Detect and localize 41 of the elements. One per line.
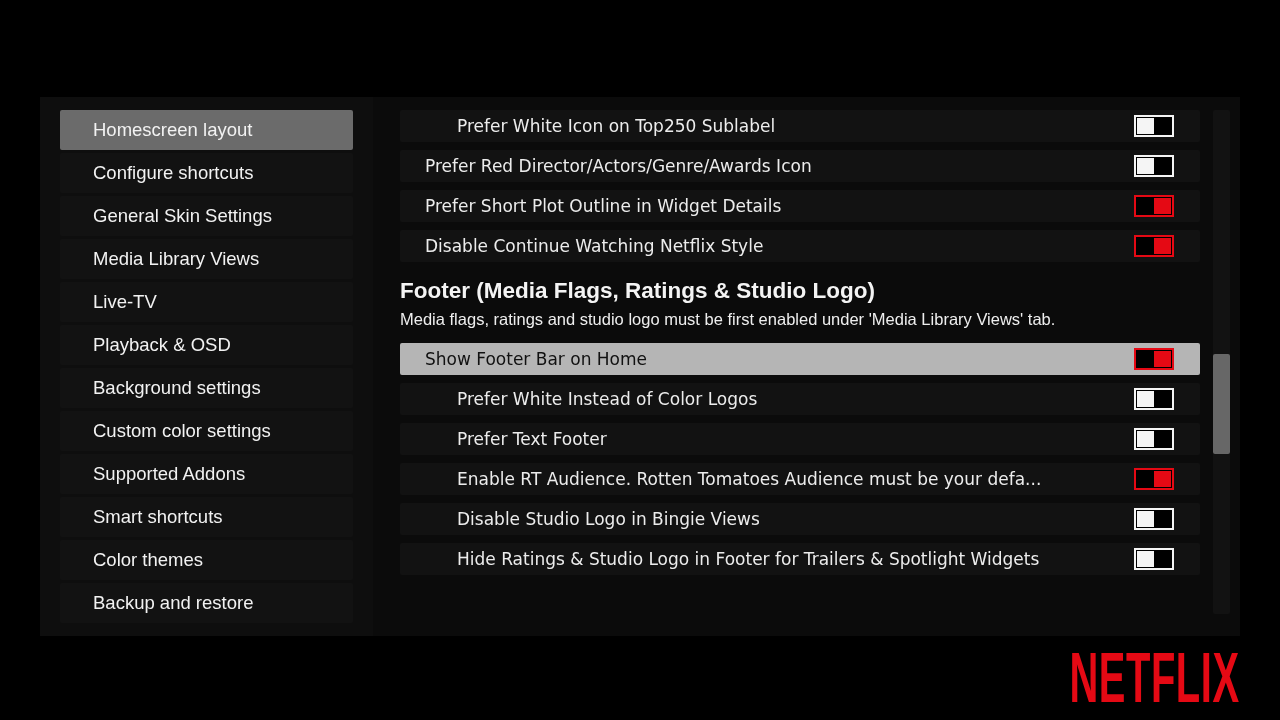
- setting-label: Disable Continue Watching Netflix Style: [425, 236, 764, 256]
- setting-label: Disable Studio Logo in Bingie Views: [457, 509, 760, 529]
- sidebar-item[interactable]: Custom color settings: [60, 411, 353, 451]
- setting-row[interactable]: Hide Ratings & Studio Logo in Footer for Trailers & Spotlight Widgets: [400, 543, 1200, 575]
- sidebar-item[interactable]: Homescreen layout: [60, 110, 353, 150]
- setting-label: Enable RT Audience. Rotten Tomatoes Audience must be your defa...: [457, 469, 1042, 489]
- setting-label: Prefer Short Plot Outline in Widget Details: [425, 196, 782, 216]
- sidebar-item[interactable]: Playback & OSD: [60, 325, 353, 365]
- sidebar-item[interactable]: Backup and restore: [60, 583, 353, 623]
- setting-label: Prefer White Icon on Top250 Sublabel: [457, 116, 776, 136]
- scrollbar[interactable]: [1213, 110, 1230, 614]
- toggle-switch[interactable]: [1134, 348, 1174, 370]
- setting-row[interactable]: Prefer White Instead of Color Logos: [400, 383, 1200, 415]
- setting-row[interactable]: Enable RT Audience. Rotten Tomatoes Audience must be your defa...: [400, 463, 1200, 495]
- setting-label: Hide Ratings & Studio Logo in Footer for Trailers & Spotlight Widgets: [457, 549, 1040, 569]
- toggle-switch[interactable]: [1134, 195, 1174, 217]
- sidebar-item[interactable]: General Skin Settings: [60, 196, 353, 236]
- setting-row[interactable]: Disable Continue Watching Netflix Style: [400, 230, 1200, 262]
- sidebar-item[interactable]: Smart shortcuts: [60, 497, 353, 537]
- setting-label: Prefer White Instead of Color Logos: [457, 389, 758, 409]
- setting-row[interactable]: Prefer Text Footer: [400, 423, 1200, 455]
- setting-label: Show Footer Bar on Home: [425, 349, 648, 369]
- section-description: Media flags, ratings and studio logo must be first enabled under 'Media Library Views' tab.: [400, 309, 1057, 329]
- setting-label: Prefer Text Footer: [457, 429, 607, 449]
- sidebar-item[interactable]: Media Library Views: [60, 239, 353, 279]
- setting-row[interactable]: Prefer Short Plot Outline in Widget Details: [400, 190, 1200, 222]
- sidebar-item[interactable]: Configure shortcuts: [60, 153, 353, 193]
- setting-row[interactable]: Prefer White Icon on Top250 Sublabel: [400, 110, 1200, 142]
- logo: NETFLIX: [1069, 652, 1240, 704]
- sidebar-item[interactable]: Color themes: [60, 540, 353, 580]
- sidebar-item[interactable]: Live-TV: [60, 282, 353, 322]
- section-heading: Footer (Media Flags, Ratings & Studio Logo): [400, 277, 876, 305]
- toggle-switch[interactable]: [1134, 235, 1174, 257]
- scrollbar-thumb[interactable]: [1213, 354, 1230, 454]
- sidebar-item[interactable]: Supported Addons: [60, 454, 353, 494]
- sidebar-item[interactable]: Background settings: [60, 368, 353, 408]
- setting-row[interactable]: Show Footer Bar on Home: [400, 343, 1200, 375]
- setting-label: Prefer Red Director/Actors/Genre/Awards Icon: [425, 156, 812, 176]
- setting-row[interactable]: Disable Studio Logo in Bingie Views: [400, 503, 1200, 535]
- toggle-switch[interactable]: [1134, 468, 1174, 490]
- setting-row[interactable]: Prefer Red Director/Actors/Genre/Awards Icon: [400, 150, 1200, 182]
